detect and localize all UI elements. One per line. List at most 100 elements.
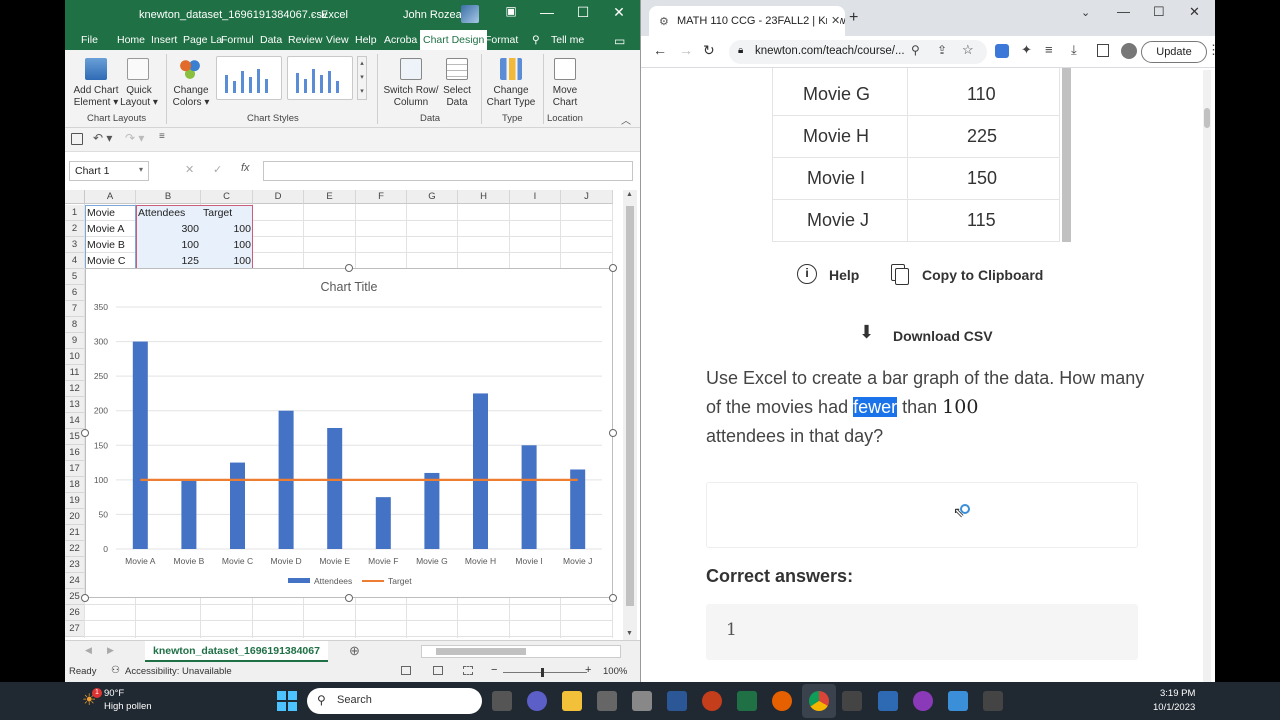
add-chart-element-icon[interactable]: [85, 58, 107, 80]
move-chart-icon[interactable]: [554, 58, 576, 80]
clock-date[interactable]: 10/1/2023: [1153, 702, 1195, 713]
back-icon[interactable]: ←: [653, 42, 667, 58]
app-icon[interactable]: [597, 691, 617, 711]
scroll-up-icon[interactable]: ▲: [626, 191, 633, 198]
cell-movie[interactable]: Movie C: [85, 253, 136, 269]
row-header[interactable]: 26: [65, 605, 85, 621]
app-icon[interactable]: [842, 691, 862, 711]
tab-acrobat[interactable]: Acroba: [384, 34, 417, 46]
update-button[interactable]: Update: [1141, 41, 1207, 63]
change-chart-type-button[interactable]: Change Chart Type: [485, 85, 537, 109]
resize-handle[interactable]: [345, 264, 353, 272]
next-sheet-icon[interactable]: ▶: [107, 645, 114, 656]
change-colors-button[interactable]: Change Colors ▾: [169, 85, 213, 109]
profile-avatar[interactable]: [1121, 43, 1137, 59]
tab-close-icon[interactable]: ✕: [827, 14, 841, 27]
page-scrollbar[interactable]: [1203, 70, 1211, 682]
menu-dots-icon[interactable]: ⋮: [1207, 42, 1215, 58]
tab-formulas[interactable]: Formul: [221, 34, 254, 46]
hscroll-thumb[interactable]: [436, 648, 526, 655]
row-header[interactable]: 27: [65, 621, 85, 637]
chart-styles-scroll[interactable]: ▴ ▾ ▾: [357, 56, 367, 100]
zoom-in-icon[interactable]: +: [585, 664, 591, 676]
prev-sheet-icon[interactable]: ◀: [85, 645, 92, 656]
download-csv-button[interactable]: Download CSV: [893, 328, 993, 344]
column-header[interactable]: F: [356, 190, 407, 204]
formula-input[interactable]: [263, 161, 633, 181]
weather-temp[interactable]: 90°F: [104, 688, 124, 699]
tab-search-icon[interactable]: ⌄: [1081, 6, 1090, 19]
tab-help[interactable]: Help: [355, 34, 377, 46]
enter-icon[interactable]: ✓: [213, 163, 222, 176]
resize-handle[interactable]: [345, 594, 353, 602]
tab-file[interactable]: File: [81, 34, 98, 46]
resize-handle[interactable]: [609, 264, 617, 272]
app-icon[interactable]: [878, 691, 898, 711]
row-header[interactable]: 12: [65, 381, 85, 397]
browser-tab[interactable]: ⚙ MATH 110 CCG - 23FALL2 | Knewt ✕: [649, 6, 845, 36]
copy-to-clipboard-button[interactable]: Copy to Clipboard: [922, 267, 1043, 283]
scrollbar-thumb[interactable]: [626, 206, 634, 606]
tab-view[interactable]: View: [326, 34, 349, 46]
tell-me[interactable]: Tell me: [551, 34, 584, 46]
excel-icon[interactable]: [737, 691, 757, 711]
column-header[interactable]: D: [253, 190, 304, 204]
chart-object[interactable]: Chart Title 0 50 100 150 200 250 300 350 Movie A M…: [85, 268, 613, 598]
row-header[interactable]: 20: [65, 509, 85, 525]
select-data-icon[interactable]: [446, 58, 468, 80]
add-sheet-icon[interactable]: ⊕: [349, 643, 360, 659]
word-icon[interactable]: [667, 691, 687, 711]
cancel-icon[interactable]: ✕: [185, 163, 194, 176]
change-chart-type-icon[interactable]: [500, 58, 522, 80]
horizontal-scrollbar[interactable]: [421, 645, 621, 658]
undo-icon[interactable]: ↶ ▾: [93, 131, 112, 145]
download-icon[interactable]: ⬇: [859, 322, 874, 343]
taskbar-search[interactable]: ⚲ Search: [307, 688, 482, 714]
add-chart-element-button[interactable]: Add Chart Element ▾: [71, 85, 121, 109]
table-scrollbar[interactable]: [1062, 68, 1071, 242]
select-all-corner[interactable]: [65, 190, 85, 204]
cell-header-movie[interactable]: Movie: [85, 205, 136, 221]
new-tab-icon[interactable]: +: [849, 9, 858, 27]
zoom-level[interactable]: 100%: [603, 666, 627, 677]
quick-layout-button[interactable]: Quick Layout ▾: [117, 85, 161, 109]
zoom-slider-thumb[interactable]: [541, 668, 544, 677]
customize-qat-icon[interactable]: ≡: [159, 131, 165, 142]
status-accessibility[interactable]: Accessibility: Unavailable: [125, 666, 232, 677]
chart-style-2[interactable]: [287, 56, 353, 100]
switch-row-column-button[interactable]: Switch Row/Column: [383, 85, 439, 109]
app-icon[interactable]: [983, 691, 1003, 711]
row-header[interactable]: 24: [65, 573, 85, 589]
bookmark-star-icon[interactable]: ☆: [962, 42, 974, 58]
minimize-icon[interactable]: —: [533, 4, 561, 20]
tab-page-layout[interactable]: Page La: [183, 34, 222, 46]
row-header[interactable]: 21: [65, 525, 85, 541]
zoom-icon[interactable]: ⚲: [911, 43, 920, 57]
cell-target[interactable]: 100: [201, 221, 253, 237]
app-icon[interactable]: [632, 691, 652, 711]
address-bar[interactable]: 🔒︎ knewton.com/teach/course/...: [729, 40, 987, 64]
tab-home[interactable]: Home: [117, 34, 145, 46]
collapse-ribbon-icon[interactable]: ︿: [621, 112, 631, 127]
lock-icon[interactable]: 🔒︎: [738, 45, 743, 56]
row-header[interactable]: 6: [65, 285, 85, 301]
row-header[interactable]: 7: [65, 301, 85, 317]
move-chart-button[interactable]: Move Chart: [547, 85, 583, 109]
comments-icon[interactable]: ▭: [614, 34, 625, 48]
row-header[interactable]: 22: [65, 541, 85, 557]
column-header[interactable]: E: [304, 190, 356, 204]
cell-attendees[interactable]: 100: [136, 237, 201, 253]
page-layout-view-icon[interactable]: [433, 666, 443, 675]
chrome-icon[interactable]: [809, 691, 829, 711]
task-view-icon[interactable]: [492, 691, 512, 711]
redo-icon[interactable]: ↷ ▾: [125, 131, 144, 145]
column-header[interactable]: B: [136, 190, 201, 204]
extensions-puzzle-icon[interactable]: ✦: [1021, 42, 1032, 58]
normal-view-icon[interactable]: [401, 666, 411, 675]
column-header[interactable]: G: [407, 190, 458, 204]
column-header[interactable]: H: [458, 190, 510, 204]
download-icon[interactable]: ⤓: [1071, 42, 1077, 58]
share-icon[interactable]: ⇪: [937, 43, 947, 57]
reading-list-icon[interactable]: ≡: [1045, 42, 1053, 57]
app-icon[interactable]: [913, 691, 933, 711]
